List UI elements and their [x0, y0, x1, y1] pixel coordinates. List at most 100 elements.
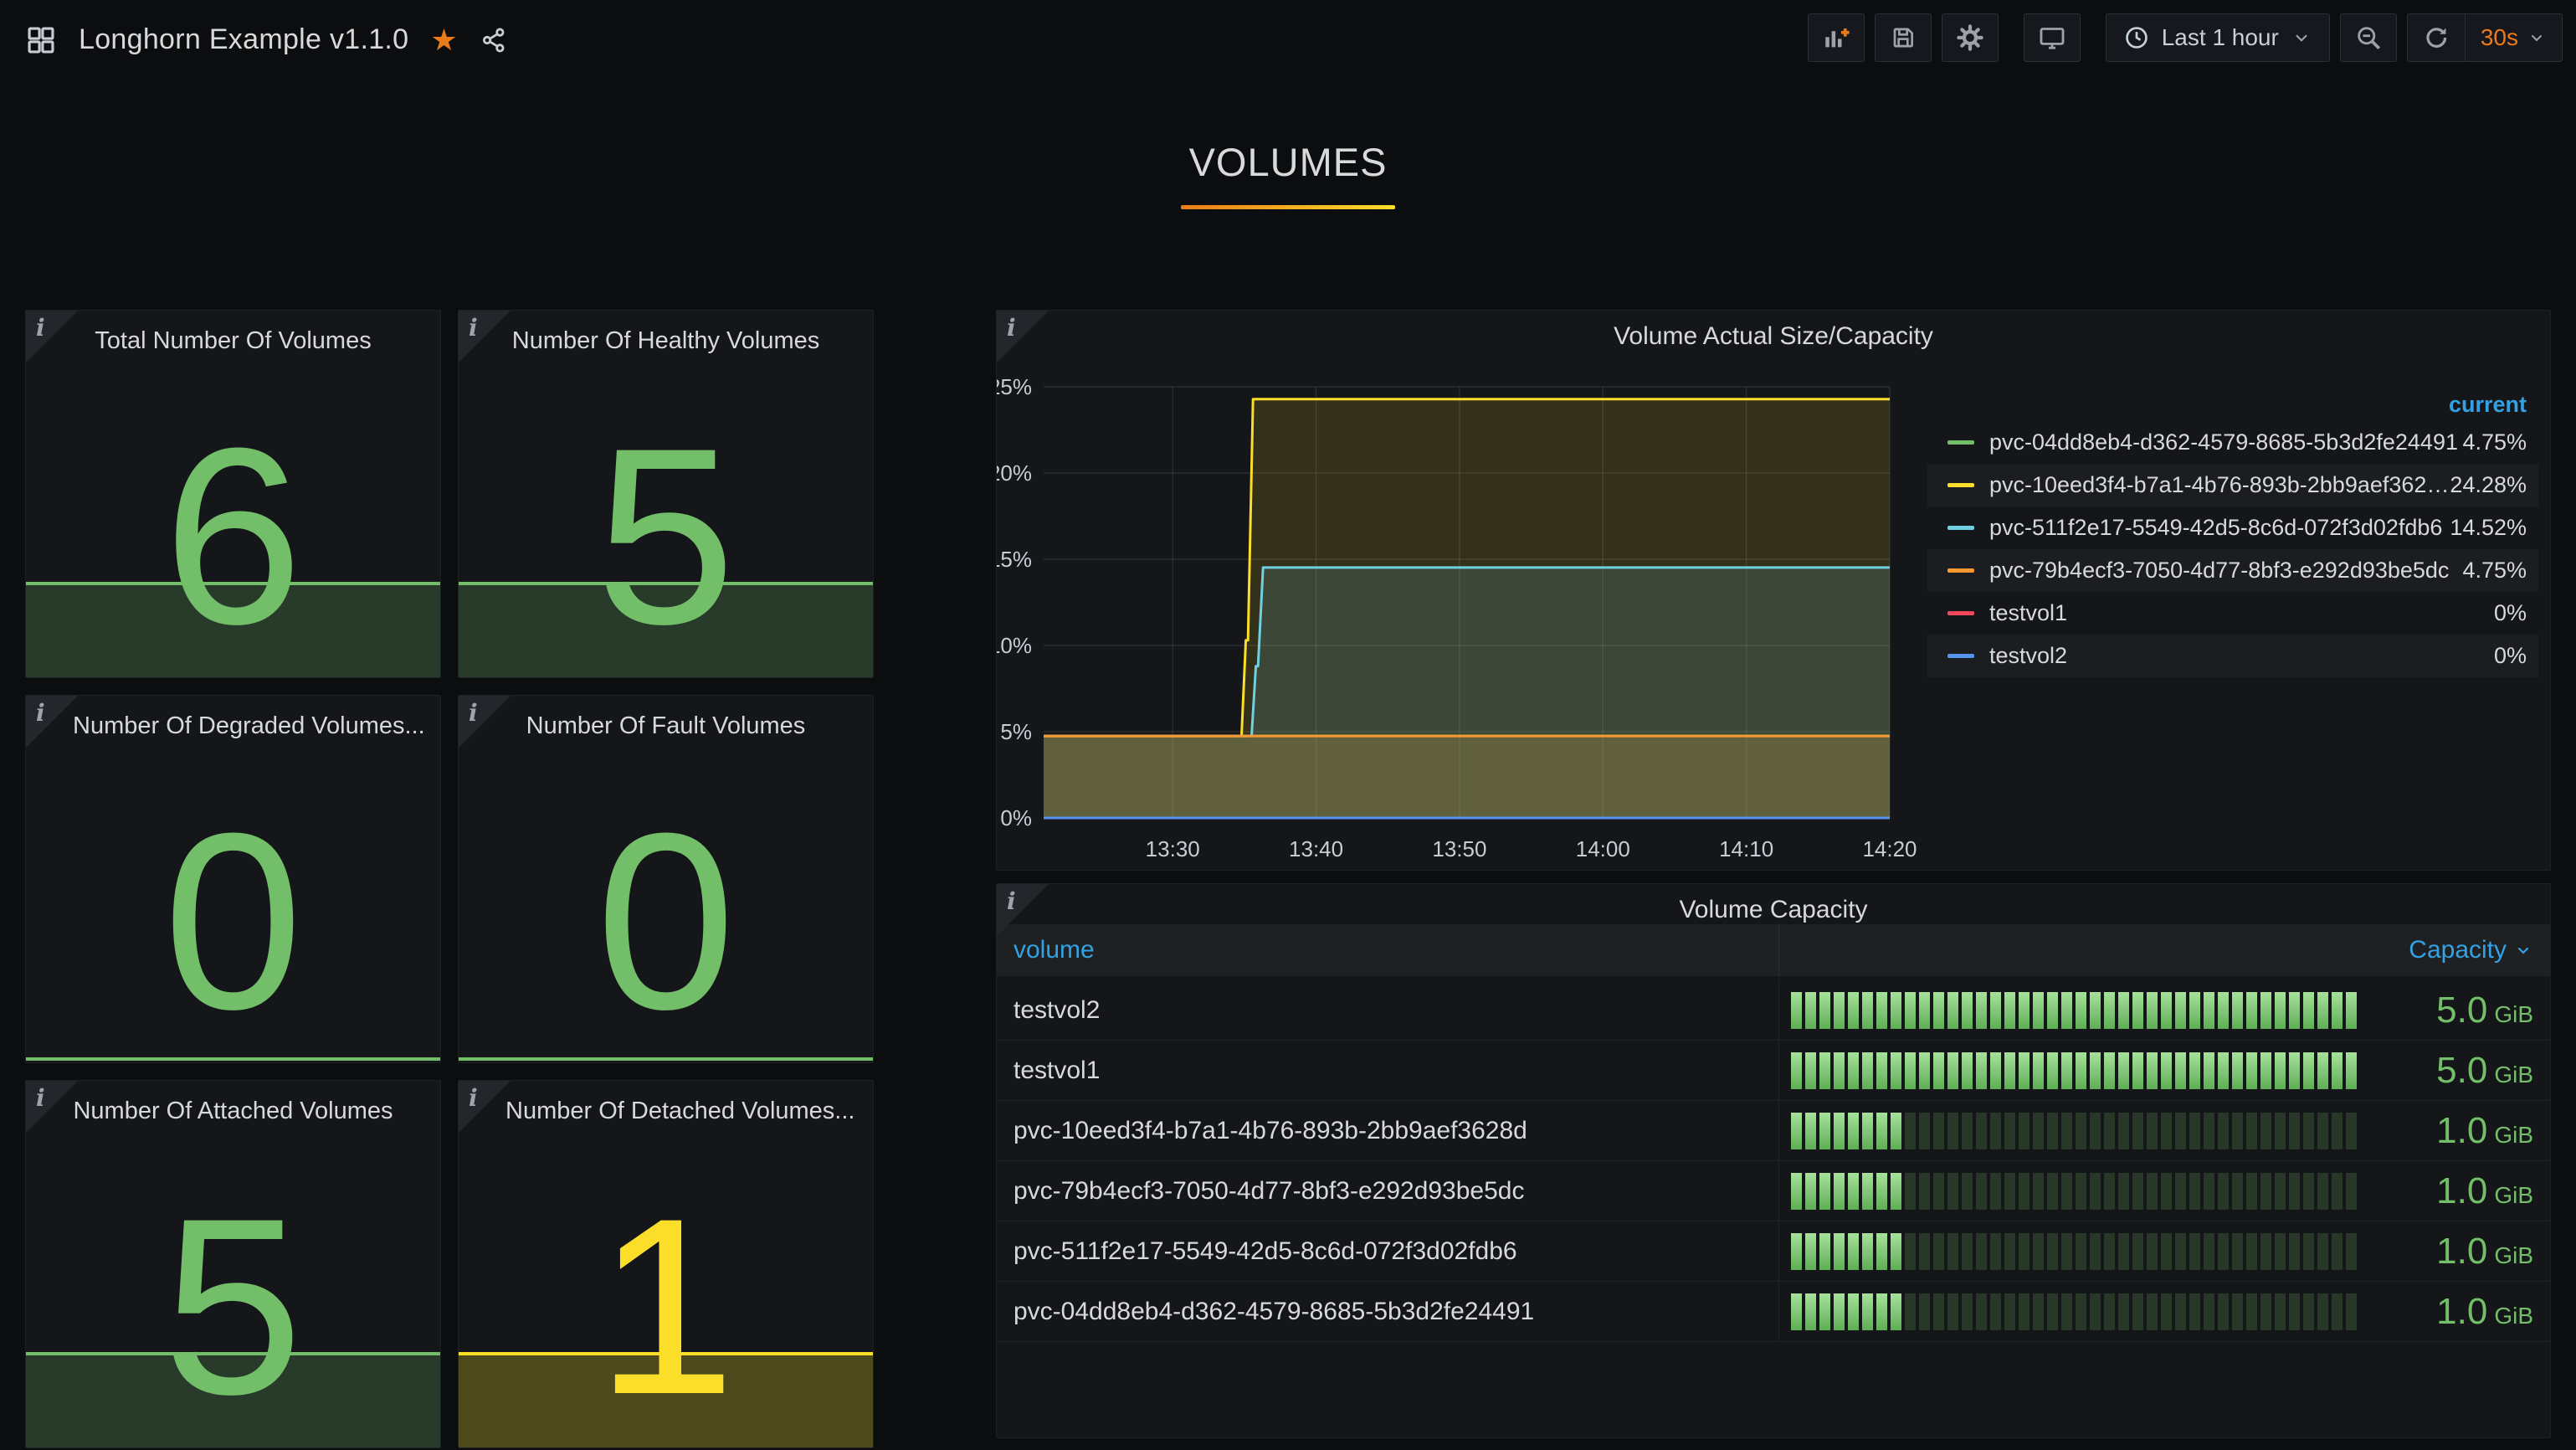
share-icon[interactable]	[480, 26, 508, 54]
capacity-unit: GiB	[2494, 1122, 2533, 1149]
save-dashboard-button[interactable]	[1875, 13, 1932, 62]
legend-current-value: 0%	[2494, 600, 2527, 626]
app-header: Longhorn Example v1.1.0 ★	[0, 0, 2576, 94]
chart-legend: current pvc-04dd8eb4-d362-4579-8685-5b3d…	[1927, 388, 2538, 677]
table-row: testvol1 5.0 GiB	[997, 1041, 2550, 1101]
series-color-dash-icon	[1947, 654, 1974, 658]
table-panel-title[interactable]: Volume Capacity	[1047, 896, 2500, 924]
stat-value: 0	[459, 779, 873, 1062]
column-header-volume[interactable]: volume	[997, 936, 1778, 964]
dashboard-settings-button[interactable]	[1942, 13, 1999, 62]
panel-info-icon[interactable]: i	[26, 696, 78, 748]
sort-chevron-down-icon	[2513, 940, 2533, 960]
capacity-gauge	[1791, 1052, 2358, 1089]
stat-panel-title[interactable]: Number Of Attached Volumes	[73, 1098, 393, 1125]
add-panel-button[interactable]	[1808, 13, 1865, 62]
svg-text:10%: 10%	[997, 633, 1032, 658]
svg-text:20%: 20%	[997, 460, 1032, 486]
legend-item[interactable]: pvc-79b4ecf3-7050-4d77-8bf3-e292d93be5dc…	[1927, 549, 2538, 592]
svg-text:13:30: 13:30	[1146, 836, 1200, 861]
capacity-number: 1.0	[2436, 1231, 2487, 1273]
column-header-capacity[interactable]: Capacity	[1778, 924, 2550, 976]
capacity-number: 1.0	[2436, 1110, 2487, 1152]
time-range-picker[interactable]: Last 1 hour	[2106, 13, 2330, 62]
legend-current-header[interactable]: current	[1927, 388, 2538, 421]
legend-series-name[interactable]: pvc-511f2e17-5549-42d5-8c6d-072f3d02fdb6	[1989, 515, 2450, 541]
dashboard-toolbar: Last 1 hour 30s	[1808, 13, 2563, 62]
dashboard-title[interactable]: Longhorn Example v1.1.0	[79, 23, 408, 56]
gauge-lit-bar	[1791, 1293, 1904, 1330]
panel-info-icon[interactable]: i	[26, 1081, 78, 1133]
table-panel: i Volume Capacity volume Capacity testvo…	[996, 883, 2551, 1438]
legend-current-value: 24.28%	[2450, 472, 2527, 498]
stat-panel: i Number Of Degraded Volumes... 0	[25, 695, 441, 1063]
chart-panel-title[interactable]: Volume Actual Size/Capacity	[1047, 322, 2500, 351]
panel-info-icon[interactable]: i	[459, 1081, 511, 1133]
table-row: pvc-511f2e17-5549-42d5-8c6d-072f3d02fdb6…	[997, 1221, 2550, 1282]
legend-current-value: 4.75%	[2462, 429, 2527, 455]
legend-current-value: 14.52%	[2450, 515, 2527, 541]
capacity-gauge	[1791, 992, 2358, 1029]
series-color-dash-icon	[1947, 568, 1974, 573]
panel-info-icon[interactable]: i	[459, 696, 511, 748]
capacity-gauge	[1791, 1173, 2358, 1210]
zoom-out-time-button[interactable]	[2340, 13, 2397, 62]
clock-icon	[2123, 24, 2150, 51]
svg-text:14:00: 14:00	[1576, 836, 1630, 861]
volume-name-cell: pvc-79b4ecf3-7050-4d77-8bf3-e292d93be5dc	[997, 1161, 1778, 1221]
panel-info-icon[interactable]: i	[459, 311, 511, 362]
table-header-row: volume Capacity	[997, 924, 2550, 976]
capacity-gauge	[1791, 1233, 2358, 1270]
refresh-button[interactable]	[2408, 14, 2465, 61]
dashboards-grid-icon[interactable]	[25, 24, 57, 56]
gauge-lit-bar	[1791, 1233, 1904, 1270]
volume-name-cell: pvc-10eed3f4-b7a1-4b76-893b-2bb9aef3628d	[997, 1101, 1778, 1160]
capacity-unit: GiB	[2494, 1242, 2533, 1269]
legend-item[interactable]: pvc-511f2e17-5549-42d5-8c6d-072f3d02fdb6…	[1927, 506, 2538, 549]
gauge-lit-bar	[1791, 1113, 1904, 1149]
legend-series-name[interactable]: pvc-79b4ecf3-7050-4d77-8bf3-e292d93be5dc	[1989, 558, 2462, 584]
stat-panel-title[interactable]: Number Of Detached Volumes...	[505, 1098, 826, 1125]
stat-panel-title[interactable]: Number Of Degraded Volumes...	[73, 712, 393, 740]
legend-item[interactable]: pvc-10eed3f4-b7a1-4b76-893b-2bb9aef3628d…	[1927, 464, 2538, 506]
series-color-dash-icon	[1947, 611, 1974, 615]
svg-text:15%: 15%	[997, 547, 1032, 572]
legend-series-name[interactable]: pvc-04dd8eb4-d362-4579-8685-5b3d2fe24491	[1989, 429, 2462, 455]
gauge-lit-bar	[1791, 1173, 1904, 1210]
stat-panel-title[interactable]: Number Of Fault Volumes	[505, 712, 826, 740]
favorite-star-icon[interactable]: ★	[430, 25, 457, 55]
legend-current-value: 0%	[2494, 643, 2527, 669]
capacity-value-cell: 1.0 GiB	[2369, 1231, 2550, 1273]
chevron-down-icon	[2527, 28, 2547, 48]
table-row: pvc-79b4ecf3-7050-4d77-8bf3-e292d93be5dc…	[997, 1161, 2550, 1221]
refresh-interval-picker[interactable]: 30s	[2465, 14, 2562, 61]
capacity-value-cell: 1.0 GiB	[2369, 1291, 2550, 1333]
capacity-unit: GiB	[2494, 1001, 2533, 1028]
legend-series-name[interactable]: testvol1	[1989, 600, 2494, 626]
legend-series-name[interactable]: testvol2	[1989, 643, 2494, 669]
capacity-number: 1.0	[2436, 1291, 2487, 1333]
legend-item[interactable]: pvc-04dd8eb4-d362-4579-8685-5b3d2fe24491…	[1927, 421, 2538, 464]
stat-panel: i Number Of Healthy Volumes 5	[458, 310, 874, 678]
capacity-gauge	[1791, 1113, 2358, 1149]
stat-panel-title[interactable]: Total Number Of Volumes	[73, 327, 393, 355]
svg-text:13:50: 13:50	[1432, 836, 1486, 861]
stat-value: 5	[26, 1165, 440, 1447]
svg-text:14:20: 14:20	[1862, 836, 1917, 861]
capacity-unit: GiB	[2494, 1303, 2533, 1329]
panel-info-icon[interactable]: i	[26, 311, 78, 362]
volume-name-cell: testvol1	[997, 1041, 1778, 1100]
capacity-value-cell: 1.0 GiB	[2369, 1170, 2550, 1212]
cycle-view-mode-button[interactable]	[2024, 13, 2081, 62]
legend-item[interactable]: testvol2 0%	[1927, 635, 2538, 677]
stat-panel-title[interactable]: Number Of Healthy Volumes	[505, 327, 826, 355]
table-rows: testvol2 5.0 GiB testvol1 5.0 GiB	[997, 980, 2550, 1342]
legend-item[interactable]: testvol1 0%	[1927, 592, 2538, 635]
stat-panel-grid: i Total Number Of Volumes 6 i Number Of …	[25, 310, 874, 1448]
legend-series-name[interactable]: pvc-10eed3f4-b7a1-4b76-893b-2bb9aef3628d	[1989, 472, 2450, 498]
stat-value: 1	[459, 1165, 873, 1447]
svg-text:14:10: 14:10	[1719, 836, 1773, 861]
table-row: pvc-10eed3f4-b7a1-4b76-893b-2bb9aef3628d…	[997, 1101, 2550, 1161]
svg-text:25%: 25%	[997, 374, 1032, 399]
chevron-down-icon	[2291, 27, 2312, 49]
